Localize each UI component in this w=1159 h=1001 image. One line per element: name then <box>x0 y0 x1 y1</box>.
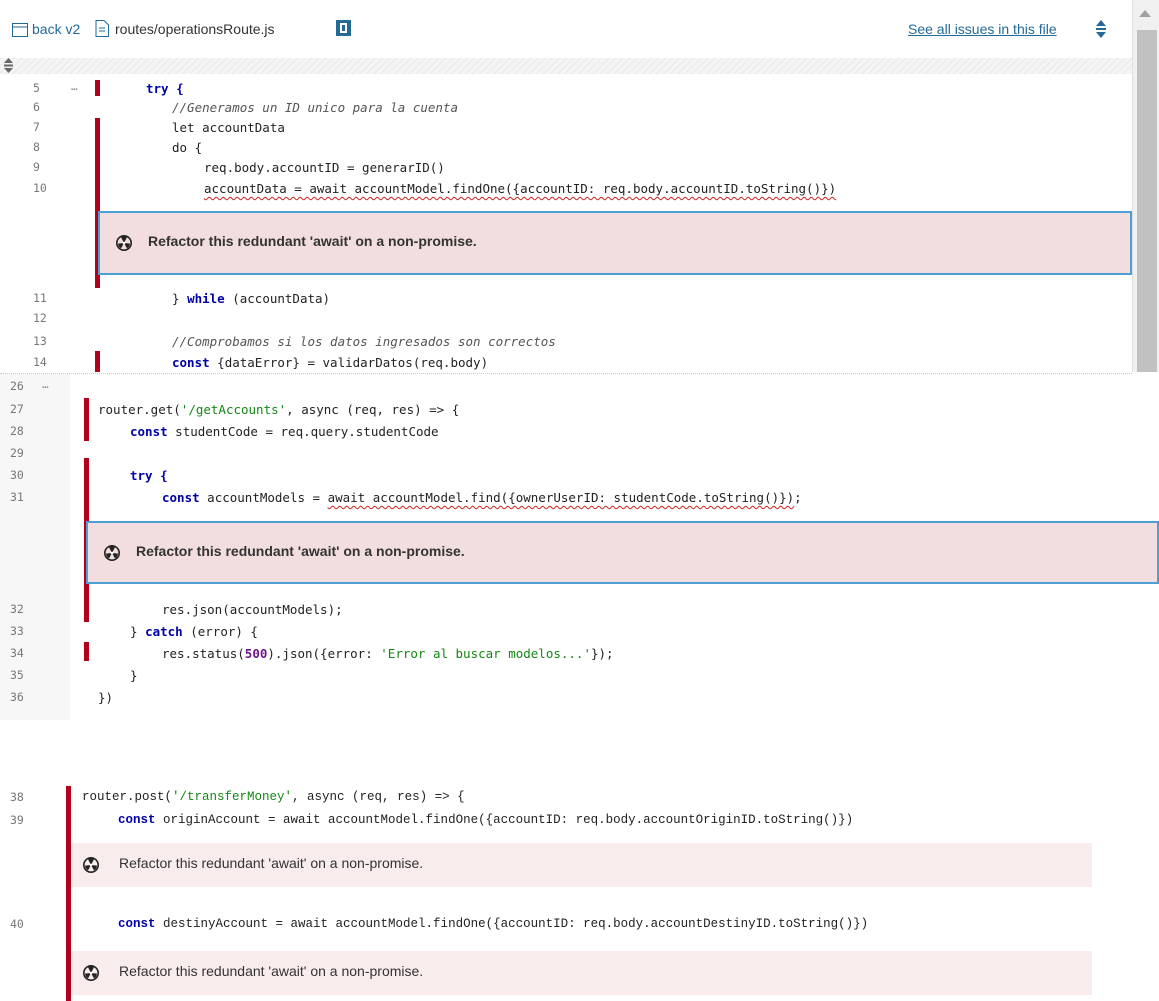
scrollbar-thumb[interactable] <box>1137 30 1157 372</box>
issue-gutter-marker <box>84 398 89 441</box>
see-all-issues-link[interactable]: See all issues in this file <box>908 20 1057 38</box>
scroll-up-arrow-icon[interactable] <box>1139 10 1151 17</box>
code-line: try { <box>130 468 168 483</box>
line-number: 9 <box>33 160 40 174</box>
code-line-with-issue[interactable]: accountData = await accountModel.findOne… <box>204 181 836 196</box>
project-icon <box>12 22 28 41</box>
code-line: res.status(500).json({error: 'Error al b… <box>162 646 614 661</box>
file-icon <box>95 20 109 41</box>
code-line-with-issue[interactable]: const destinyAccount = await accountMode… <box>118 917 868 932</box>
line-number: 10 <box>33 181 47 195</box>
code-line: const studentCode = req.query.studentCod… <box>130 424 439 439</box>
issue-message[interactable]: Refactor this redundant 'await' on a non… <box>136 543 465 559</box>
code-line-with-issue[interactable]: const originAccount = await accountModel… <box>118 813 853 828</box>
bug-icon <box>104 545 120 565</box>
code-line: let accountData <box>172 120 285 135</box>
line-number: 11 <box>33 291 47 305</box>
issue-box[interactable]: Refactor this redundant 'await' on a non… <box>71 843 1092 887</box>
issue-message[interactable]: Refactor this redundant 'await' on a non… <box>119 963 423 979</box>
issue-box[interactable]: Refactor this redundant 'await' on a non… <box>98 211 1132 275</box>
file-path: routes/operationsRoute.js <box>115 21 275 37</box>
line-number: 34 <box>10 646 24 660</box>
code-line: } <box>130 668 138 683</box>
code-line: const {dataError} = validarDatos(req.bod… <box>172 355 489 370</box>
line-number: 26 <box>10 379 24 393</box>
code-line: //Generamos un ID unico para la cuenta <box>172 100 458 115</box>
expand-icon[interactable] <box>1096 20 1106 42</box>
code-line: }) <box>98 690 114 705</box>
expand-lines-icon[interactable] <box>4 58 13 77</box>
issue-gutter-marker <box>84 642 89 661</box>
code-line: } catch (error) { <box>130 624 258 639</box>
line-number: 27 <box>10 402 24 416</box>
line-number: 33 <box>10 624 24 638</box>
line-number: 31 <box>10 490 24 504</box>
code-line: router.post('/transferMoney', async (req… <box>82 790 465 804</box>
expand-lines-row[interactable] <box>0 58 1132 74</box>
line-number: 6 <box>33 100 40 114</box>
line-number: 14 <box>33 355 47 369</box>
issue-message[interactable]: Refactor this redundant 'await' on a non… <box>119 855 423 871</box>
line-number: 8 <box>33 140 40 154</box>
vertical-scrollbar[interactable] <box>1132 0 1159 372</box>
issue-gutter-marker <box>95 80 100 96</box>
line-number: 29 <box>10 446 24 460</box>
line-number: 39 <box>10 813 24 827</box>
code-line-with-issue[interactable]: const accountModels = await accountModel… <box>162 490 802 505</box>
issue-gutter-marker <box>95 351 100 372</box>
line-number: 36 <box>10 690 24 704</box>
code-line: } while (accountData) <box>172 291 331 306</box>
line-number: 30 <box>10 468 24 482</box>
bug-icon <box>83 965 99 985</box>
line-number: 13 <box>33 334 47 348</box>
line-number: 5 <box>33 81 40 95</box>
project-link[interactable]: back v2 <box>32 20 80 38</box>
open-in-new-icon[interactable] <box>336 20 351 40</box>
line-number: 12 <box>33 311 47 325</box>
code-line: do { <box>172 140 203 155</box>
issue-message[interactable]: Refactor this redundant 'await' on a non… <box>148 233 477 249</box>
line-number: 35 <box>10 668 24 682</box>
code-line: try { <box>146 81 184 96</box>
bug-icon <box>116 235 132 255</box>
line-number: 7 <box>33 120 40 134</box>
issue-box[interactable]: Refactor this redundant 'await' on a non… <box>71 951 1092 995</box>
code-line: router.get('/getAccounts', async (req, r… <box>98 402 460 417</box>
issue-box[interactable]: Refactor this redundant 'await' on a non… <box>86 521 1159 584</box>
code-line: //Comprobamos si los datos ingresados so… <box>172 334 556 349</box>
line-number: 28 <box>10 424 24 438</box>
line-number: 38 <box>10 790 24 804</box>
line-number: 32 <box>10 602 24 616</box>
code-line: req.body.accountID = generarID() <box>204 160 445 175</box>
code-line: res.json(accountModels); <box>162 602 343 617</box>
ellipsis-icon[interactable]: … <box>71 80 78 93</box>
file-header: back v2 routes/operationsRoute.js See al… <box>0 0 1132 59</box>
line-number: 40 <box>10 917 24 931</box>
ellipsis-icon[interactable]: … <box>42 378 49 391</box>
bug-icon <box>83 857 99 877</box>
